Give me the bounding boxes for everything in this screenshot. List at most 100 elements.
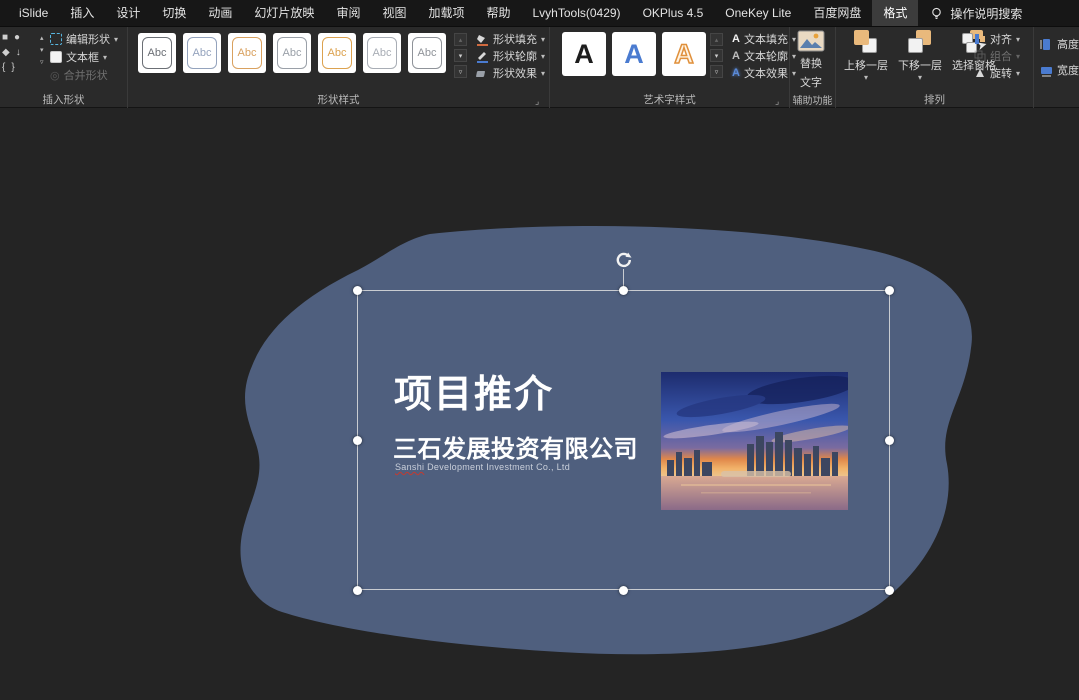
bring-forward-button[interactable]: 上移一层 ▾ [840, 30, 892, 82]
merge-shapes-icon: ◎ [50, 69, 60, 82]
company-en-rest: Development Investment Co., Ltd [424, 462, 570, 472]
text-outline-button[interactable]: A 文本轮廓 ▾ [732, 48, 796, 64]
selection-handle-top-right[interactable] [885, 286, 894, 295]
group-wordart-styles: A A A ▴ ▾ ▿ A 文本填充 ▾ A 文本轮廓 ▾ A 文本效果 [550, 27, 790, 108]
shape-style-gallery: Abc Abc Abc Abc Abc Abc Abc [138, 33, 446, 73]
shape-outline-button[interactable]: 形状轮廓 ▾ [476, 48, 545, 64]
shape-style-more-button[interactable]: ▿ [454, 65, 467, 78]
tab-view[interactable]: 视图 [371, 0, 417, 26]
send-backward-button[interactable]: 下移一层 ▾ [894, 30, 946, 82]
tab-review[interactable]: 审阅 [325, 0, 371, 26]
tab-slideshow[interactable]: 幻灯片放映 [243, 0, 325, 26]
align-button[interactable]: 对齐 ▾ [974, 31, 1020, 47]
slide-title-text[interactable]: 项目推介 [394, 376, 554, 416]
picture-icon [797, 30, 825, 52]
height-icon [1040, 38, 1053, 51]
selection-handle-bottom-left[interactable] [353, 586, 362, 595]
tab-lvyhtools[interactable]: LvyhTools(0429) [522, 0, 632, 26]
misspelled-word: Sanshi [395, 462, 424, 472]
tab-animations[interactable]: 动画 [197, 0, 243, 26]
shape-styles-dialog-launcher-icon[interactable]: ⌟ [535, 96, 545, 106]
group-label-accessibility: 辅助功能 [790, 92, 835, 107]
group-label-shape-styles: 形状样式 [128, 92, 549, 107]
shape-style-scroll-up[interactable]: ▴ [454, 33, 467, 46]
selection-handle-top-left[interactable] [353, 286, 362, 295]
text-effects-button[interactable]: A 文本效果 ▾ [732, 65, 796, 81]
tab-transitions[interactable]: 切换 [151, 0, 197, 26]
wordart-dialog-launcher-icon[interactable]: ⌟ [775, 96, 785, 106]
slide-editing-canvas[interactable]: 项目推介 三石发展投资有限公司 Sanshi Development Inves… [0, 108, 1079, 700]
text-box-button[interactable]: 文本框 ▾ [50, 49, 107, 65]
group-label-wordart-styles: 艺术字样式 [550, 92, 789, 107]
selection-handle-bottom-middle[interactable] [619, 586, 628, 595]
edit-shape-button[interactable]: 编辑形状 ▾ [50, 31, 118, 47]
shape-style-6[interactable]: Abc [363, 33, 401, 73]
chevron-down-icon: ▾ [541, 52, 545, 61]
shape-style-7[interactable]: Abc [408, 33, 446, 73]
text-fill-button[interactable]: A 文本填充 ▾ [732, 31, 796, 47]
tab-onekey-lite[interactable]: OneKey Lite [714, 0, 802, 26]
tab-baidu-netdisk[interactable]: 百度网盘 [802, 0, 872, 26]
chevron-down-icon: ▾ [918, 73, 922, 82]
oval-shape-icon[interactable]: ● [14, 30, 20, 45]
slide-company-name-cn[interactable]: 三石发展投资有限公司 [393, 429, 638, 464]
brace-shape-icon[interactable]: { [2, 60, 5, 75]
group-accessibility: 替换 文字 辅助功能 [790, 27, 836, 108]
group-insert-shapes: ■● ◆↓ {} ▴ ▾ ▿ 编辑形状 ▾ 文本框 ▾ ◎ 合并形状 [0, 27, 128, 108]
tab-addins[interactable]: 加载项 [417, 0, 475, 26]
arrow-shape-icon[interactable]: ↓ [16, 45, 21, 60]
selection-handle-middle-left[interactable] [353, 436, 362, 445]
wordart-style-1[interactable]: A [562, 32, 606, 76]
rotate-button[interactable]: 旋转 ▾ [974, 65, 1020, 81]
shape-gallery-up-icon[interactable]: ▴ [40, 35, 44, 42]
group-size: 高度 宽度 [1034, 27, 1079, 108]
shape-effects-button[interactable]: 形状效果 ▾ [476, 65, 545, 81]
width-field-label[interactable]: 宽度 [1040, 62, 1079, 78]
tab-format[interactable]: 格式 [872, 0, 918, 26]
chevron-down-icon: ▾ [541, 69, 545, 78]
tab-design[interactable]: 设计 [105, 0, 151, 26]
tab-islide[interactable]: iSlide [8, 0, 59, 26]
shape-style-5[interactable]: Abc [318, 33, 356, 73]
paint-bucket-icon [476, 33, 489, 46]
wordart-style-2[interactable]: A [612, 32, 656, 76]
brace-close-shape-icon[interactable]: } [11, 60, 14, 75]
group-shape-styles: Abc Abc Abc Abc Abc Abc Abc ▴ ▾ ▿ 形状填充 ▾ [128, 27, 550, 108]
chevron-down-icon: ▾ [114, 35, 118, 44]
shape-style-4[interactable]: Abc [273, 33, 311, 73]
tab-insert[interactable]: 插入 [59, 0, 105, 26]
shape-style-2[interactable]: Abc [183, 33, 221, 73]
selection-handle-bottom-right[interactable] [885, 586, 894, 595]
wordart-scroll-down[interactable]: ▾ [710, 49, 723, 62]
rotation-handle-icon[interactable] [614, 250, 634, 270]
shape-style-1[interactable]: Abc [138, 33, 176, 73]
selection-handle-top-middle[interactable] [619, 286, 628, 295]
wordart-style-3[interactable]: A [662, 32, 706, 76]
shape-gallery-mini[interactable]: ■ ● ◆ ↓ {} [2, 30, 38, 75]
tell-me-search[interactable]: 操作说明搜索 [918, 0, 1034, 26]
chevron-down-icon: ▾ [541, 35, 545, 44]
wordart-scroll-up[interactable]: ▴ [710, 33, 723, 46]
selection-handle-middle-right[interactable] [885, 436, 894, 445]
slide-company-name-en[interactable]: Sanshi Development Investment Co., Ltd [395, 462, 570, 472]
rectangle-shape-icon[interactable]: ■ [2, 30, 8, 45]
group-objects-icon [974, 50, 986, 62]
wordart-gallery: A A A [562, 32, 706, 76]
height-field-label[interactable]: 高度 [1040, 36, 1079, 52]
text-fill-icon: A [732, 33, 740, 45]
text-box-icon [50, 51, 62, 63]
shape-gallery-down-icon[interactable]: ▾ [40, 47, 44, 54]
shape-style-3[interactable]: Abc [228, 33, 266, 73]
search-label: 操作说明搜索 [950, 5, 1022, 22]
diamond-shape-icon[interactable]: ◆ [2, 45, 10, 60]
shape-gallery-more-icon[interactable]: ▿ [40, 59, 44, 66]
group-label-insert-shapes: 插入形状 [0, 92, 127, 107]
city-sunset-photo[interactable] [661, 372, 848, 510]
tab-help[interactable]: 帮助 [475, 0, 521, 26]
wordart-more-button[interactable]: ▿ [710, 65, 723, 78]
shape-style-scroll-down[interactable]: ▾ [454, 49, 467, 62]
tab-okplus[interactable]: OKPlus 4.5 [632, 0, 715, 26]
chevron-down-icon: ▾ [1016, 35, 1020, 44]
shape-fill-button[interactable]: 形状填充 ▾ [476, 31, 545, 47]
alt-text-button[interactable]: 替换 文字 [797, 30, 825, 90]
